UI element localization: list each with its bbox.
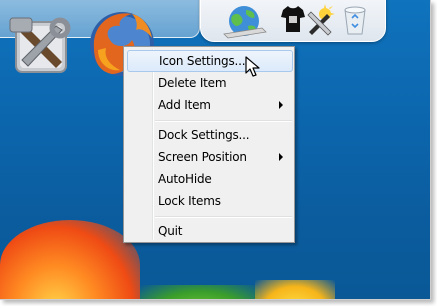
- menu-item-autohide[interactable]: AutoHide: [127, 168, 293, 190]
- menu-item-label: AutoHide: [158, 172, 212, 186]
- menu-item-screen-position[interactable]: Screen Position: [127, 146, 293, 168]
- desktop-wallpaper-glow-green: [140, 285, 260, 299]
- menu-item-dock-settings[interactable]: Dock Settings...: [127, 124, 293, 146]
- menu-item-delete-item[interactable]: Delete Item: [127, 72, 293, 94]
- menu-item-label: Quit: [158, 224, 183, 238]
- desktop-wallpaper-glow-yellow: [255, 280, 335, 299]
- menu-item-add-item[interactable]: Add Item: [127, 94, 293, 116]
- desktop-screenshot: Icon Settings... Delete Item Add Item Do…: [0, 0, 431, 300]
- menu-item-label: Lock Items: [158, 194, 221, 208]
- dock-context-menu: Icon Settings... Delete Item Add Item Do…: [123, 46, 295, 243]
- recycle-bin-icon[interactable]: [342, 4, 368, 36]
- desktop-wallpaper-glow: [0, 220, 140, 299]
- menu-item-label: Icon Settings...: [159, 54, 246, 68]
- menu-item-label: Dock Settings...: [158, 128, 250, 142]
- menu-item-icon-settings[interactable]: Icon Settings...: [127, 50, 293, 72]
- submenu-arrow-icon: [279, 101, 283, 109]
- menu-item-quit[interactable]: Quit: [127, 220, 293, 242]
- menu-item-label: Screen Position: [158, 150, 247, 164]
- mouse-cursor-icon: [245, 56, 261, 78]
- menu-item-label: Delete Item: [158, 76, 227, 90]
- menu-item-label: Add Item: [158, 98, 211, 112]
- globe-icon[interactable]: [222, 4, 270, 42]
- menu-separator: [155, 216, 292, 218]
- menu-item-lock-items[interactable]: Lock Items: [127, 190, 293, 212]
- submenu-arrow-icon: [279, 153, 283, 161]
- menu-separator: [155, 120, 292, 122]
- tools-icon[interactable]: [6, 12, 78, 82]
- tshirt-icon[interactable]: [280, 4, 306, 34]
- sunny-icon[interactable]: [307, 4, 337, 36]
